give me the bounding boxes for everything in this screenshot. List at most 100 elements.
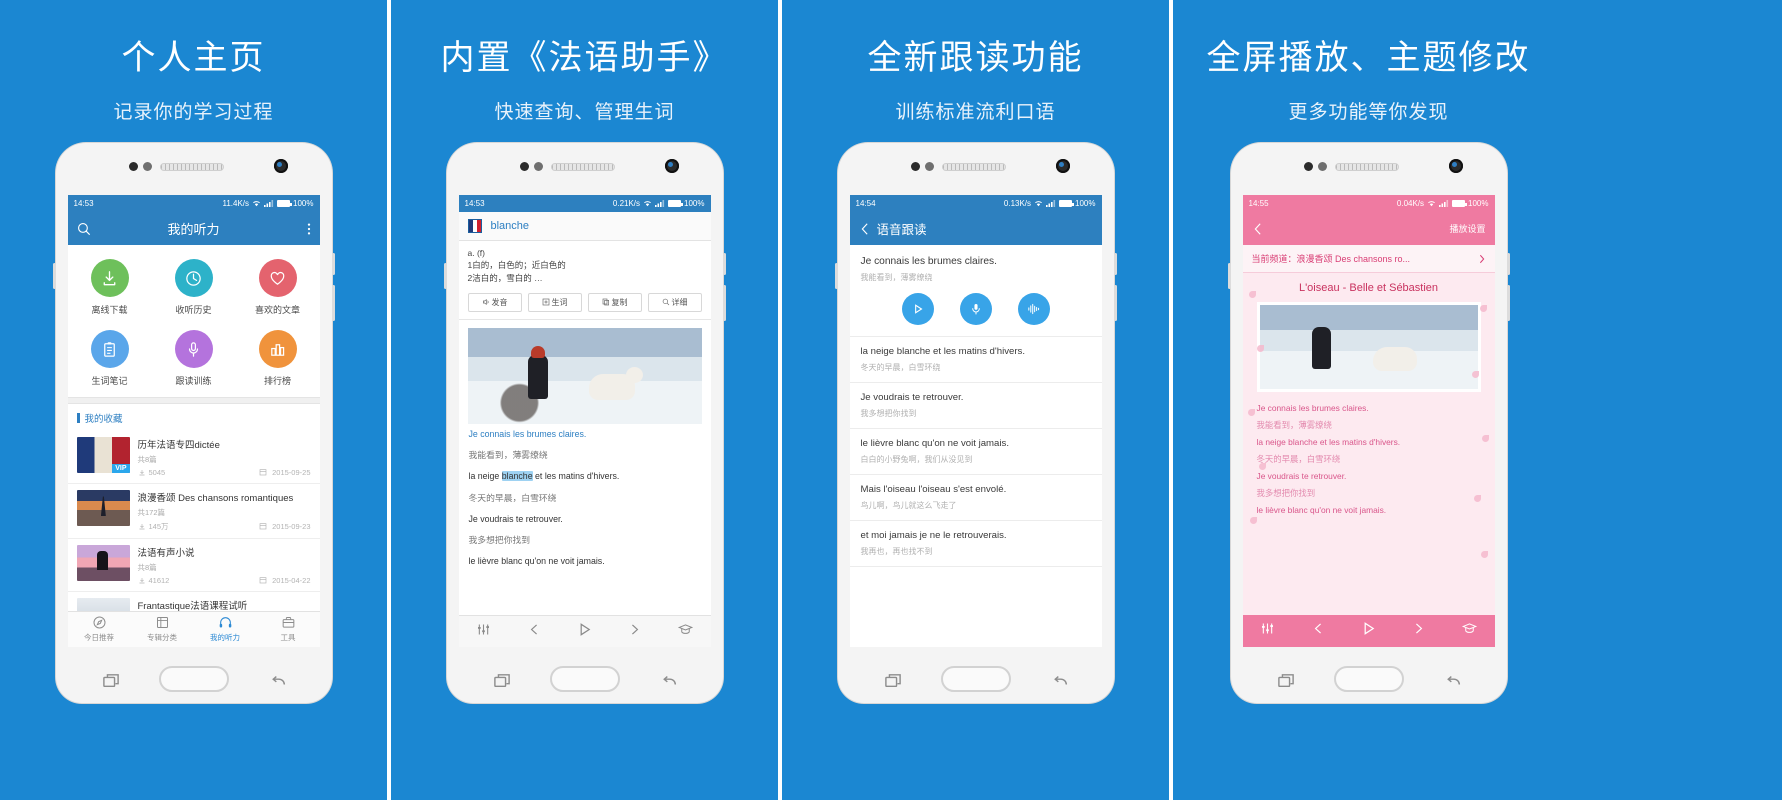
promo-screenshots: 个人主页 记录你的学习过程 14:53 11.4K/s 100% 我的听力 离线… bbox=[0, 0, 1782, 800]
play-button[interactable] bbox=[901, 293, 934, 325]
french-flag-icon bbox=[467, 219, 482, 233]
phone-screen: 14:53 0.21K/s 100% blanche a. (f) 1白的，白色… bbox=[458, 195, 711, 647]
calendar-icon bbox=[259, 523, 267, 530]
panel-subhead: 记录你的学习过程 bbox=[113, 102, 274, 123]
sentence-cn: 鸟儿啊，鸟儿就这么飞走了 bbox=[860, 501, 957, 510]
home-button[interactable] bbox=[549, 666, 620, 692]
album-count: 共8篇 bbox=[137, 563, 157, 572]
tab-tools[interactable]: 工具 bbox=[257, 612, 320, 647]
phone-top-bezel bbox=[1231, 143, 1507, 195]
app-bar: 我的听力 bbox=[67, 212, 320, 245]
grid-item-listen-history[interactable]: 收听历史 bbox=[152, 259, 236, 316]
recent-apps-button[interactable] bbox=[493, 673, 511, 689]
grid-item-offline-download[interactable]: 离线下载 bbox=[68, 259, 152, 316]
recent-apps-button[interactable] bbox=[884, 673, 902, 689]
headphones-icon bbox=[194, 615, 257, 630]
earpiece-speaker bbox=[550, 163, 615, 171]
lyric-line-fr[interactable]: Je voudrais te retrouver. bbox=[459, 509, 711, 530]
graduation-cap-icon[interactable] bbox=[660, 622, 710, 642]
front-camera-icon bbox=[1448, 159, 1463, 173]
sentence-row[interactable]: la neige blanche et les matins d'hivers.… bbox=[849, 337, 1102, 383]
status-time: 14:53 bbox=[464, 199, 485, 208]
recent-apps-button[interactable] bbox=[102, 673, 120, 689]
sentence-fr: la neige blanche et les matins d'hivers. bbox=[860, 346, 1026, 357]
sentence-fr[interactable]: Je connais les brumes claires. bbox=[861, 256, 1091, 267]
grid-item-vocab-notes[interactable]: 生词笔记 bbox=[68, 330, 152, 387]
lyric-line-fr[interactable]: la neige blanche et les matins d'hivers. bbox=[1243, 434, 1495, 450]
chevron-left-icon[interactable] bbox=[1252, 222, 1264, 236]
tab-today-recommend[interactable]: 今日推荐 bbox=[68, 612, 131, 647]
record-button[interactable] bbox=[959, 293, 992, 325]
sentence-row[interactable]: Je voudrais te retrouver. 我多想把你找到 bbox=[849, 383, 1102, 429]
back-button[interactable] bbox=[661, 673, 679, 689]
tab-my-listening[interactable]: 我的听力 bbox=[194, 612, 257, 647]
battery-icon bbox=[277, 200, 293, 207]
back-button[interactable] bbox=[1445, 673, 1463, 689]
playback-settings-button[interactable]: 播放设置 bbox=[1449, 222, 1485, 235]
previous-icon[interactable] bbox=[509, 622, 559, 642]
lyric-line-fr[interactable]: le lièvre blanc qu'on ne voit jamais. bbox=[459, 551, 711, 572]
sensor-icon bbox=[533, 162, 543, 171]
list-item[interactable]: VIP 历年法语专四dictée 共8篇 5045 2015-09-25 bbox=[67, 431, 320, 484]
phone-top-bezel bbox=[838, 143, 1114, 195]
more-vertical-icon[interactable] bbox=[307, 222, 311, 236]
graduation-cap-icon[interactable] bbox=[1444, 621, 1494, 641]
lyric-line-fr[interactable]: Je voudrais te retrouver. bbox=[1243, 468, 1495, 484]
sentence-row[interactable]: Mais l'oiseau l'oiseau s'est envolé. 鸟儿啊… bbox=[849, 475, 1102, 521]
status-bar: 14:54 0.13K/s 100% bbox=[849, 195, 1102, 212]
panel-headline: 全屏播放、主题修改 bbox=[1206, 39, 1531, 77]
tab-album-categories[interactable]: 专辑分类 bbox=[131, 612, 194, 647]
notebook-icon bbox=[90, 330, 129, 368]
speaker-icon bbox=[482, 298, 488, 305]
track-title: L'oiseau - Belle et Sébastien bbox=[1298, 282, 1439, 294]
current-channel[interactable]: 当前频道：浪漫香颂 Des chansons ro... bbox=[1242, 245, 1495, 273]
status-time: 14:54 bbox=[855, 199, 876, 208]
home-button[interactable] bbox=[158, 666, 229, 692]
waveform-button[interactable] bbox=[1017, 293, 1050, 325]
back-button[interactable] bbox=[1052, 673, 1070, 689]
dictionary-word[interactable]: blanche bbox=[491, 220, 530, 232]
sentence-row[interactable]: et moi jamais je ne le retrouverais. 我再也… bbox=[849, 521, 1102, 567]
copy-icon bbox=[602, 298, 609, 306]
grid-item-shadowing-practice[interactable]: 跟读训练 bbox=[152, 330, 236, 387]
search-icon bbox=[662, 298, 669, 306]
sliders-icon[interactable] bbox=[459, 622, 509, 642]
lyric-line-fr[interactable]: Je connais les brumes claires. bbox=[1243, 400, 1495, 416]
back-button[interactable] bbox=[270, 673, 288, 689]
lyric-line-cn: 我能看到，薄雾缭绕 bbox=[1256, 420, 1332, 430]
front-camera-icon bbox=[664, 159, 679, 173]
recent-apps-button[interactable] bbox=[1277, 673, 1295, 689]
detail-button[interactable]: 详细 bbox=[647, 292, 702, 312]
play-icon[interactable] bbox=[1343, 620, 1393, 642]
dictionary-header: blanche bbox=[458, 212, 711, 241]
home-button[interactable] bbox=[940, 666, 1011, 692]
next-icon[interactable] bbox=[1394, 621, 1444, 641]
lyric-line-fr[interactable]: Je connais les brumes claires. bbox=[459, 424, 711, 445]
plus-icon bbox=[542, 298, 549, 306]
grid-item-liked-articles[interactable]: 喜欢的文章 bbox=[236, 259, 320, 316]
home-button[interactable] bbox=[1333, 666, 1404, 692]
clock-icon bbox=[174, 259, 213, 297]
section-header-favorites: 我的收藏 bbox=[68, 404, 320, 431]
pronounce-button[interactable]: 发音 bbox=[467, 292, 522, 312]
lyric-line-fr[interactable]: le lièvre blanc qu'on ne voit jamais. bbox=[1243, 502, 1495, 518]
phone-bottom-bezel bbox=[838, 647, 1114, 703]
grid-label: 喜欢的文章 bbox=[254, 305, 300, 315]
battery-icon bbox=[668, 200, 684, 207]
sliders-icon[interactable] bbox=[1243, 621, 1293, 641]
chevron-left-icon[interactable] bbox=[859, 222, 871, 236]
add-vocab-button[interactable]: 生词 bbox=[527, 292, 582, 312]
play-icon[interactable] bbox=[559, 621, 609, 643]
word-def-2: 2洁白的，雪白的 … bbox=[467, 272, 543, 283]
lyric-line-fr[interactable]: la neige blanche et les matins d'hivers. bbox=[459, 466, 711, 487]
book-icon bbox=[131, 615, 194, 630]
selected-word[interactable]: blanche bbox=[501, 471, 533, 482]
previous-icon[interactable] bbox=[1293, 621, 1343, 641]
list-item[interactable]: 法语有声小说 共8篇 41612 2015-04-22 bbox=[67, 539, 320, 592]
next-icon[interactable] bbox=[610, 622, 660, 642]
grid-item-leaderboard[interactable]: 排行榜 bbox=[236, 330, 320, 387]
list-item[interactable]: 浪漫香颂 Des chansons romantiques 共172篇 145万… bbox=[67, 484, 320, 539]
sentence-row[interactable]: le lièvre blanc qu'on ne voit jamais. 白白… bbox=[849, 429, 1102, 475]
album-date: 2015-09-25 bbox=[272, 468, 311, 477]
copy-button[interactable]: 复制 bbox=[587, 292, 642, 312]
